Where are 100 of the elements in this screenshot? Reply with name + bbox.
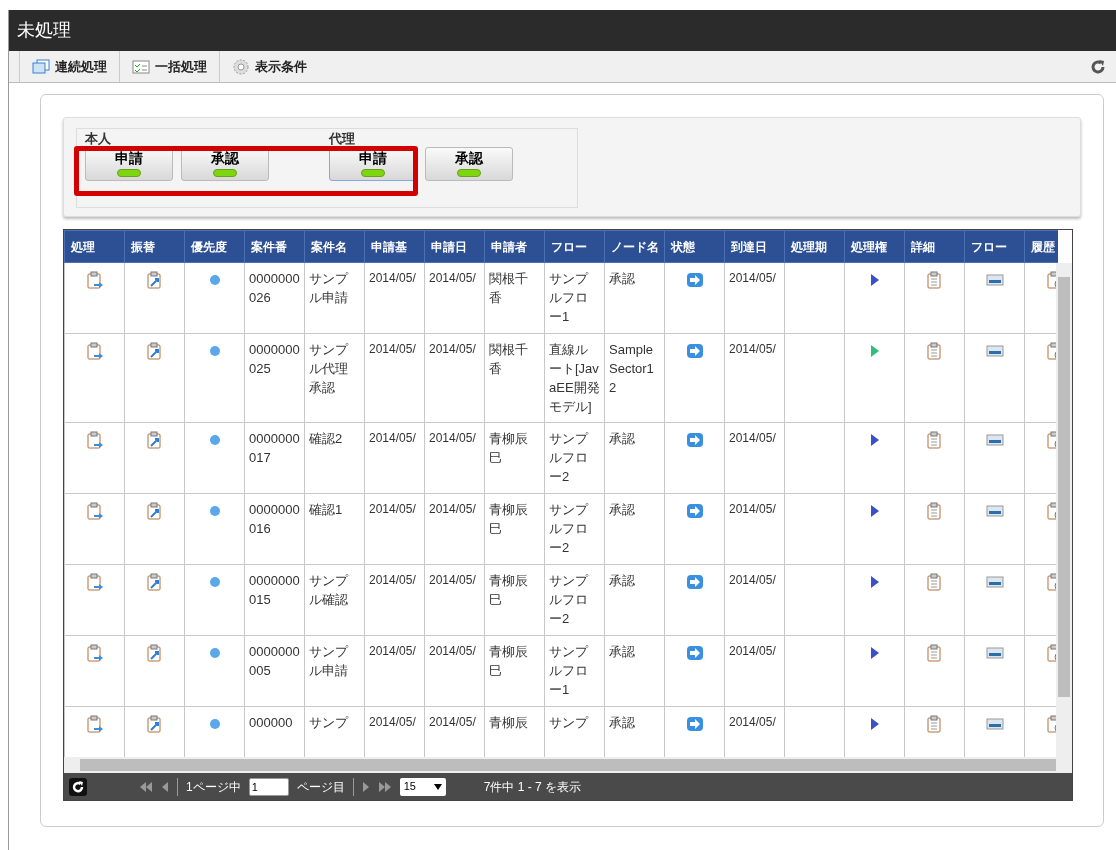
clipboard-swap-icon[interactable]	[145, 643, 164, 662]
table-cell: 2014/05/	[364, 333, 425, 423]
column-header[interactable]: 案件名	[304, 230, 365, 263]
arrow-right-icon[interactable]	[685, 644, 704, 661]
toolbar-button[interactable]: 一括処理	[119, 51, 219, 82]
refresh-button[interactable]	[69, 777, 87, 796]
column-header[interactable]: 申請日	[424, 230, 485, 263]
table-cell: サンプル代理承認	[304, 333, 365, 423]
image-icon[interactable]	[985, 645, 1004, 660]
clipboard-swap-icon[interactable]	[145, 714, 164, 733]
clipboard-arrow-icon[interactable]	[85, 270, 104, 289]
play-arrow-icon[interactable]	[869, 716, 880, 731]
clipboard-icon[interactable]	[925, 714, 944, 733]
toolbar-button[interactable]: 連続処理	[19, 51, 119, 82]
clipboard-icon[interactable]	[925, 270, 944, 289]
table-cell: 0000000025	[244, 333, 305, 423]
horizontal-scrollbar[interactable]	[64, 757, 1072, 773]
table-cell: サンプルフロー2	[544, 422, 605, 494]
table-cell: 確認2	[304, 422, 365, 494]
table-cell: 直線ルート[JavaEE開発モデル]	[544, 333, 605, 423]
arrow-right-icon[interactable]	[685, 715, 704, 732]
clipboard-swap-icon[interactable]	[145, 341, 164, 360]
column-header[interactable]: 申請者	[484, 230, 545, 263]
column-header[interactable]: 詳細	[904, 230, 965, 263]
table-cell: 2014/05/	[724, 493, 785, 565]
column-header[interactable]: 優先度	[184, 230, 245, 263]
clipboard-arrow-icon[interactable]	[85, 341, 104, 360]
page-input[interactable]: 1	[248, 777, 289, 796]
play-arrow-icon[interactable]	[869, 503, 880, 518]
table-cell: 2014/05/	[424, 262, 485, 334]
clipboard-swap-icon[interactable]	[145, 430, 164, 449]
table-cell: 2014/05/	[724, 333, 785, 423]
page-size-select[interactable]: 15	[399, 777, 446, 796]
play-arrow-icon[interactable]	[869, 645, 880, 660]
play-arrow-icon[interactable]	[869, 432, 880, 447]
image-icon[interactable]	[985, 716, 1004, 731]
table-cell: サンプルフロー2	[544, 564, 605, 636]
clipboard-arrow-icon[interactable]	[85, 430, 104, 449]
column-header[interactable]: フロー	[964, 230, 1025, 263]
table-cell: サンプルフロー1	[544, 262, 605, 334]
image-icon[interactable]	[985, 343, 1004, 358]
clipboard-arrow-icon[interactable]	[85, 572, 104, 591]
priority-dot-icon	[209, 576, 220, 587]
clipboard-icon[interactable]	[925, 501, 944, 520]
table-cell: 2014/05/	[724, 422, 785, 494]
image-icon[interactable]	[985, 574, 1004, 589]
clipboard-arrow-icon[interactable]	[85, 714, 104, 733]
column-header[interactable]: 状態	[664, 230, 725, 263]
clipboard-arrow-icon[interactable]	[85, 501, 104, 520]
next-page-button[interactable]	[361, 780, 370, 793]
table-cell: 2014/05/	[724, 564, 785, 636]
arrow-right-icon[interactable]	[685, 431, 704, 448]
table-cell: 青柳辰巳	[484, 422, 545, 494]
arrow-right-icon[interactable]	[685, 573, 704, 590]
first-page-button[interactable]	[139, 780, 153, 793]
image-icon[interactable]	[985, 272, 1004, 287]
clipboard-icon[interactable]	[925, 643, 944, 662]
table-cell: 承認	[604, 422, 665, 494]
column-header[interactable]: 到達日	[724, 230, 785, 263]
page-suffix-label: ページ目	[296, 778, 345, 796]
column-header[interactable]: 処理	[64, 230, 125, 263]
previous-page-button[interactable]	[161, 780, 169, 793]
arrow-right-icon[interactable]	[685, 342, 704, 359]
table-cell: 承認	[604, 635, 665, 707]
priority-dot-icon	[209, 718, 220, 729]
vertical-scrollbar[interactable]	[1056, 263, 1072, 757]
image-icon[interactable]	[985, 432, 1004, 447]
table-cell: 関根千香	[484, 262, 545, 334]
arrow-right-icon[interactable]	[685, 502, 704, 519]
clipboard-swap-icon[interactable]	[145, 270, 164, 289]
table-cell: 2014/05/	[364, 493, 425, 565]
column-header[interactable]: 案件番	[244, 230, 305, 263]
play-arrow-icon[interactable]	[869, 272, 880, 287]
column-header[interactable]: 履歴	[1024, 230, 1058, 263]
table-cell: 承認	[604, 564, 665, 636]
table-cell: 関根千香	[484, 333, 545, 423]
table-cell: 2014/05/	[424, 493, 485, 565]
clipboard-icon[interactable]	[925, 572, 944, 591]
table-cell: 0000000026	[244, 262, 305, 334]
clipboard-swap-icon[interactable]	[145, 572, 164, 591]
column-header[interactable]: 振替	[124, 230, 185, 263]
filter-button[interactable]: 承認	[425, 147, 513, 181]
arrow-right-icon[interactable]	[685, 271, 704, 288]
column-header[interactable]: フロー	[544, 230, 605, 263]
priority-dot-icon	[209, 647, 220, 658]
column-header[interactable]: 処理期	[784, 230, 845, 263]
clipboard-icon[interactable]	[925, 341, 944, 360]
column-header[interactable]: ノード名	[604, 230, 665, 263]
table-cell: サンプル確認	[304, 564, 365, 636]
clipboard-swap-icon[interactable]	[145, 501, 164, 520]
image-icon[interactable]	[985, 503, 1004, 518]
last-page-button[interactable]	[377, 780, 392, 793]
clipboard-arrow-icon[interactable]	[85, 643, 104, 662]
column-header[interactable]: 処理権	[844, 230, 905, 263]
table-cell: 2014/05/	[424, 422, 485, 494]
toolbar-button[interactable]: 表示条件	[219, 51, 319, 82]
column-header[interactable]: 申請基	[364, 230, 425, 263]
windows-icon	[32, 57, 50, 76]
clipboard-icon[interactable]	[925, 430, 944, 449]
play-arrow-icon[interactable]	[869, 574, 880, 589]
